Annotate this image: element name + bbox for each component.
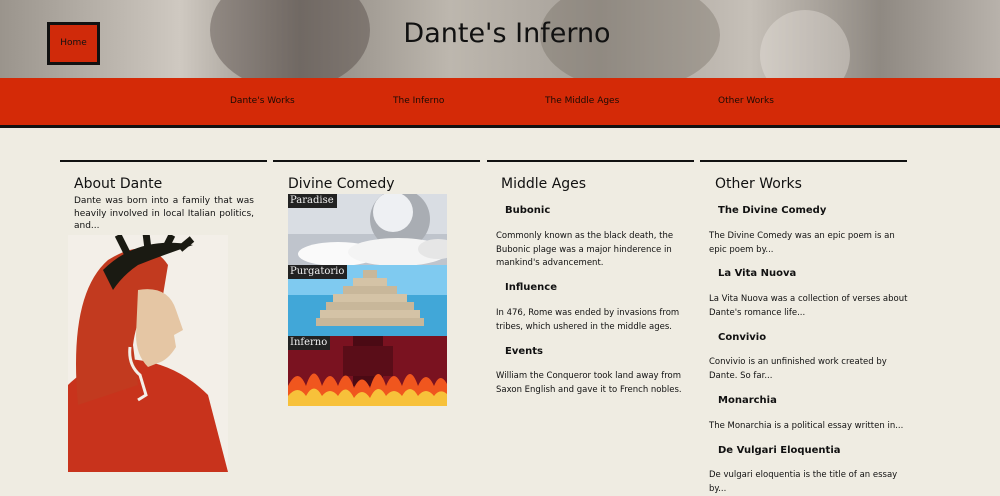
divine-comedy-work-text: The Divine Comedy was an epic poem is an… [709,231,895,255]
middle-ages-heading: Middle Ages [501,176,587,192]
other-works-heading: Other Works [715,176,802,192]
de-vulgari-text: De vulgari eloquentia is the title of an… [709,470,898,494]
header-banner: Home Dante's Inferno [0,0,1000,78]
events-text: William the Conqueror took land away fro… [496,371,682,395]
site-title: Dante's Inferno [403,18,611,49]
nav-item-other-works[interactable]: Other Works [718,96,774,106]
purgatorio-label: Purgatorio [288,265,348,279]
paradise-label: Paradise [288,194,337,208]
convivio-text: Convivio is an unfinished work created b… [709,357,887,381]
nav-item-middle-ages[interactable]: The Middle Ages [545,96,619,106]
about-column: About Dante Dante was born into a family… [60,160,267,472]
events-heading: Events [505,346,543,357]
divine-comedy-work-heading: The Divine Comedy [718,205,827,216]
other-works-column: Other Works The Divine Comedy The Divine… [700,160,907,494]
bubonic-text: Commonly known as the black death, the B… [496,231,674,268]
bubonic-heading: Bubonic [505,205,551,216]
purgatorio-panel: Purgatorio [288,265,447,336]
de-vulgari-heading: De Vulgari Eloquentia [718,445,841,456]
divine-comedy-heading: Divine Comedy [288,176,395,192]
vita-nuova-heading: La Vita Nuova [718,268,797,279]
monarchia-text: The Monarchia is a political essay writt… [709,421,904,431]
middle-ages-column: Middle Ages Bubonic Commonly known as th… [487,160,694,395]
monarchia-heading: Monarchia [718,395,777,406]
nav-item-the-inferno[interactable]: The Inferno [393,96,444,106]
influence-heading: Influence [505,282,557,293]
main-nav: Dante's Works The Inferno The Middle Age… [0,78,1000,128]
divine-comedy-column: Divine Comedy Paradise Purgatorio Infern… [273,160,480,406]
divine-comedy-illustration: Paradise Purgatorio Inferno [288,194,447,406]
vita-nuova-text: La Vita Nuova was a collection of verses… [709,294,908,318]
paradise-panel: Paradise [288,194,447,265]
about-heading: About Dante [74,176,163,192]
inferno-label: Inferno [288,336,331,350]
inferno-panel: Inferno [288,336,447,406]
nav-item-dantes-works[interactable]: Dante's Works [230,96,295,106]
convivio-heading: Convivio [718,332,767,343]
dante-portrait-image [68,235,228,472]
about-text: Dante was born into a family that was he… [74,196,254,231]
influence-text: In 476, Rome was ended by invasions from… [496,308,680,332]
